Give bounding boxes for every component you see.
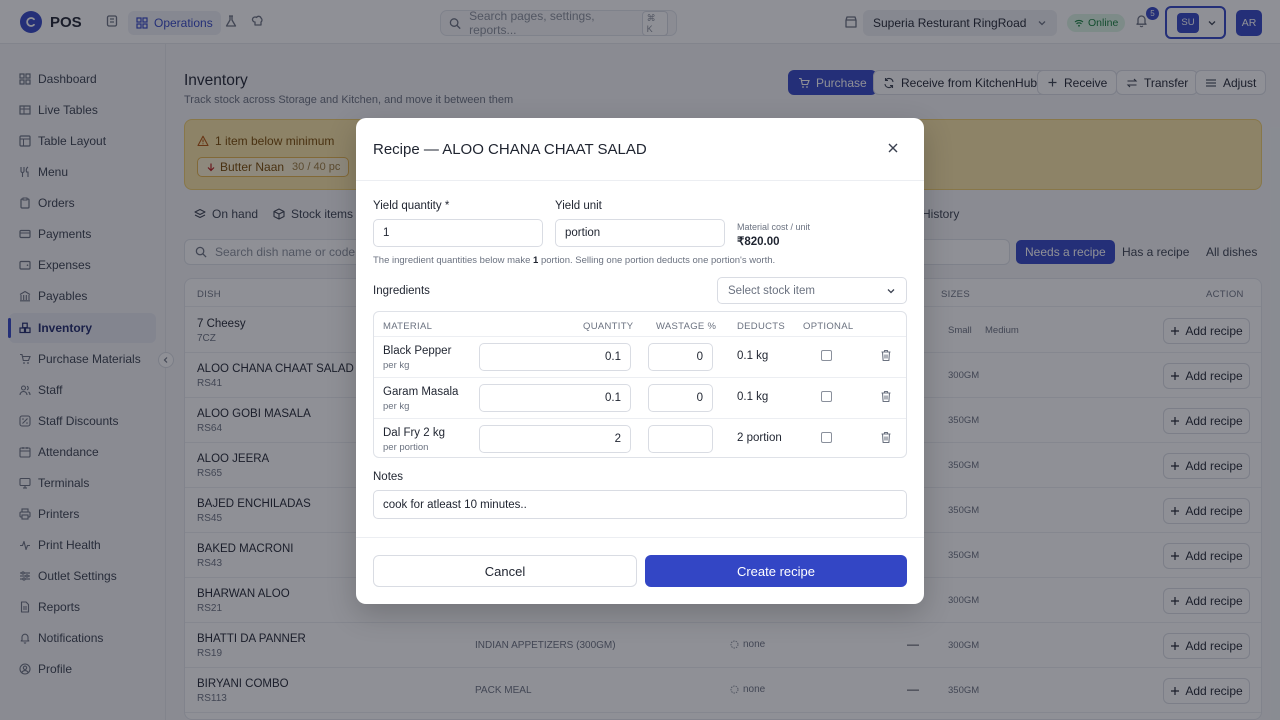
ingredient-name: Garam Masala — [383, 386, 459, 398]
create-recipe-button[interactable]: Create recipe — [645, 555, 907, 587]
quantity-value: 2 — [614, 433, 621, 445]
ingredients-table: MATERIAL QUANTITY WASTAGE % DEDUCTS OPTI… — [373, 311, 907, 458]
ingredient-unit: per portion — [383, 442, 429, 453]
quantity-input[interactable]: 0.1 — [479, 343, 631, 371]
recipe-dialog: Recipe — ALOO CHANA CHAAT SALAD Yield qu… — [356, 118, 924, 604]
ingredient-row: Dal Fry 2 kg per portion 2 2 portion — [374, 418, 906, 457]
optional-checkbox[interactable] — [821, 350, 832, 361]
yield-hint: The ingredient quantities below make 1 p… — [373, 255, 775, 266]
optional-checkbox[interactable] — [821, 432, 832, 443]
header-optional: OPTIONAL — [803, 321, 854, 332]
cancel-button[interactable]: Cancel — [373, 555, 637, 587]
optional-checkbox[interactable] — [821, 391, 832, 402]
yield-quantity-value: 1 — [383, 227, 390, 239]
dialog-title: Recipe — ALOO CHANA CHAAT SALAD — [373, 141, 647, 158]
notes-input[interactable]: cook for atleast 10 minutes.. — [373, 490, 907, 519]
deducts-value: 0.1 kg — [737, 350, 769, 362]
yield-unit-value: portion — [565, 227, 601, 239]
quantity-input[interactable]: 2 — [479, 425, 631, 453]
ingredient-row: Black Pepper per kg 0.1 0 0.1 kg — [374, 336, 906, 377]
stock-item-select[interactable]: Select stock item — [717, 277, 907, 304]
header-material: MATERIAL — [383, 321, 433, 332]
close-icon[interactable] — [887, 142, 899, 154]
yield-unit-input[interactable]: portion — [555, 219, 725, 247]
header-quantity: QUANTITY — [583, 321, 634, 332]
yield-unit-label: Yield unit — [555, 200, 602, 212]
trash-icon[interactable] — [880, 349, 892, 362]
quantity-value: 0.1 — [605, 392, 621, 404]
notes-label: Notes — [373, 471, 404, 483]
ingredients-label: Ingredients — [373, 285, 430, 297]
wastage-value: 0 — [696, 351, 703, 363]
dialog-divider — [356, 180, 924, 181]
ingredient-name: Dal Fry 2 kg — [383, 427, 445, 439]
ingredient-unit: per kg — [383, 360, 410, 371]
chevron-down-icon — [887, 288, 895, 293]
ingredient-row: Garam Masala per kg 0.1 0 0.1 kg — [374, 377, 906, 418]
hint-pre: The ingredient quantities below make — [373, 255, 534, 266]
material-cost-value: ₹820.00 — [737, 236, 780, 248]
trash-icon[interactable] — [880, 390, 892, 403]
wastage-value: 0 — [696, 392, 703, 404]
ingredient-unit: per kg — [383, 401, 410, 412]
yield-quantity-input[interactable]: 1 — [373, 219, 543, 247]
quantity-input[interactable]: 0.1 — [479, 384, 631, 412]
wastage-input[interactable] — [648, 425, 713, 453]
stock-item-placeholder: Select stock item — [728, 284, 815, 297]
hint-post: portion. Selling one portion deducts one… — [538, 255, 776, 266]
ingredient-name: Black Pepper — [383, 345, 452, 357]
trash-icon[interactable] — [880, 431, 892, 444]
quantity-value: 0.1 — [605, 351, 621, 363]
material-cost-label: Material cost / unit — [737, 222, 811, 232]
dialog-footer-divider — [356, 537, 924, 538]
deducts-value: 0.1 kg — [737, 391, 769, 403]
notes-value: cook for atleast 10 minutes.. — [383, 498, 527, 511]
wastage-input[interactable]: 0 — [648, 343, 713, 371]
header-wastage: WASTAGE % — [656, 321, 717, 332]
header-deducts: DEDUCTS — [737, 321, 786, 332]
deducts-value: 2 portion — [737, 432, 782, 444]
yield-quantity-label: Yield quantity * — [373, 200, 450, 212]
wastage-input[interactable]: 0 — [648, 384, 713, 412]
